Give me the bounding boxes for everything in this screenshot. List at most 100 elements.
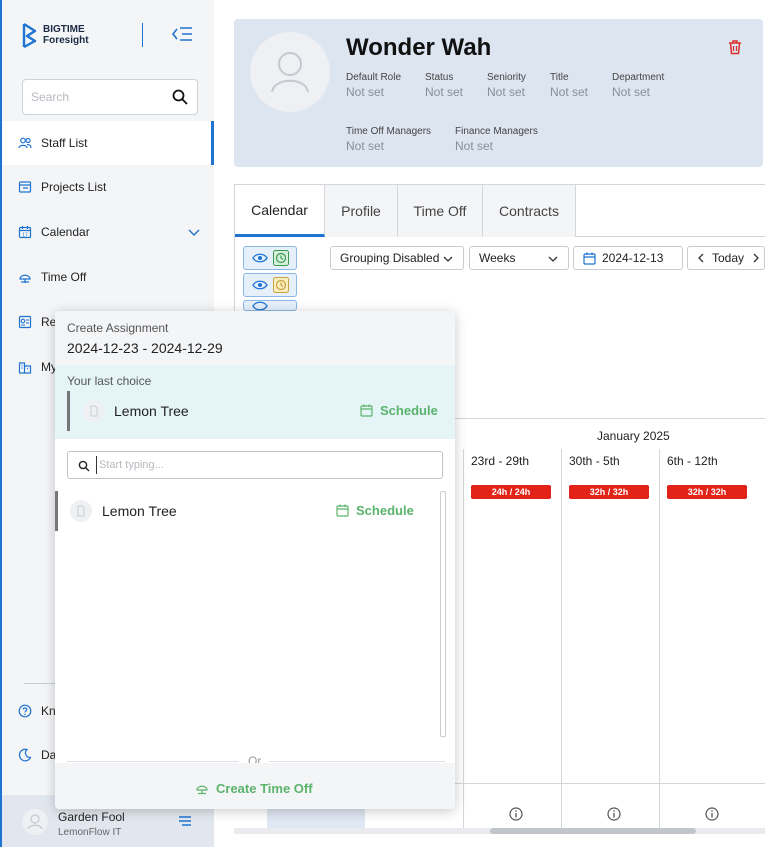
search-input[interactable] [23,80,163,114]
chevron-down-icon[interactable] [188,226,200,238]
last-choice-row[interactable]: Lemon Tree Schedule [67,391,443,431]
sidebar-item-label: Projects List [41,180,107,194]
person-icon [271,52,309,93]
profile-avatar [250,32,330,112]
field-value: Not set [425,85,464,99]
project-result-row[interactable]: Lemon Tree Schedule [55,491,435,531]
calendar-icon [583,252,596,265]
popup-dates: 2024-12-23 - 2024-12-29 [67,340,223,356]
date-picker[interactable]: 2024-12-13 [573,246,683,270]
field-value: Not set [550,85,589,99]
date-value: 2024-12-13 [602,251,664,265]
document-icon [90,405,98,417]
info-icon[interactable] [607,807,621,821]
tab-contracts[interactable]: Contracts [483,185,576,237]
user-org: LemonFlow IT [58,827,122,838]
period-select[interactable]: Weeks [469,246,569,270]
row-indicator [67,391,70,431]
project-search-input[interactable] [96,456,426,474]
search-icon[interactable] [172,89,188,105]
company-icon [18,362,32,374]
logo[interactable]: BIGTIME Foresight [22,22,89,48]
schedule-button[interactable]: Schedule [336,503,414,518]
eye-icon [252,301,268,310]
visibility-toggle-2[interactable] [243,273,297,297]
field-department: Department Not set [612,72,664,99]
week-column: 23rd - 29th 24h / 24h [463,449,561,829]
field-seniority: Seniority Not set [487,72,526,99]
eye-icon [252,253,268,263]
today-button[interactable]: Today [712,251,744,265]
create-time-off-label: Create Time Off [216,781,313,796]
logo-divider [142,23,143,47]
grouping-select[interactable]: Grouping Disabled [330,246,464,270]
chevron-down-icon [548,256,558,262]
project-icon [70,500,92,522]
last-choice-section: Your last choice Lemon Tree Schedule [55,365,455,439]
info-icon[interactable] [509,807,523,821]
chevron-down-icon [443,256,453,262]
field-label: Title [550,72,569,83]
scrollbar-thumb[interactable] [490,828,696,834]
sidebar-item-projects-list[interactable]: Projects List [2,165,214,209]
collapse-sidebar-icon[interactable] [170,24,194,44]
horizontal-scrollbar[interactable] [234,828,765,834]
visibility-toggle-1[interactable] [243,246,297,270]
week-column: 6th - 12th 32h / 32h [659,449,765,829]
profile-name: Wonder Wah [346,34,492,61]
sidebar-item-time-off[interactable]: Time Off [2,255,214,299]
popup-title: Create Assignment [67,321,169,335]
capacity-badge: 32h / 32h [569,485,649,499]
sidebar-item-label: Kn [41,704,56,718]
field-label: Department [612,72,665,83]
calendar-icon: 17 [18,226,32,238]
moon-icon [18,748,32,762]
sidebar-item-calendar[interactable]: 17 Calendar [2,210,214,254]
eye-icon [252,280,268,290]
logo-line-1: BIGTIME [43,24,85,35]
calendar-icon [336,504,349,517]
delete-icon[interactable] [727,39,743,55]
today-nav[interactable]: Today [687,246,765,270]
tab-time-off[interactable]: Time Off [398,185,483,237]
reports-icon [18,315,32,329]
tab-profile[interactable]: Profile [325,185,398,237]
field-finance-managers: Finance Managers Not set [455,126,538,153]
week-label: 30th - 5th [569,454,620,468]
project-icon [83,400,105,422]
capacity-badge: 32h / 32h [667,485,747,499]
menu-icon[interactable] [178,815,192,827]
create-assignment-popup: Create Assignment 2024-12-23 - 2024-12-2… [55,311,455,809]
row-indicator [55,491,58,531]
popup-header: Create Assignment 2024-12-23 - 2024-12-2… [55,311,455,365]
project-name: Lemon Tree [114,403,189,419]
user-avatar[interactable] [22,809,48,835]
timeoff-icon [19,274,31,283]
create-time-off-button[interactable]: Create Time Off [195,781,313,796]
info-icon[interactable] [705,807,719,821]
results-scrollbar[interactable] [440,491,446,737]
schedule-button[interactable]: Schedule [360,403,438,418]
svg-text:17: 17 [22,232,28,238]
projects-icon [18,181,32,193]
search-icon [78,460,90,472]
project-search [67,451,443,479]
field-value: Not set [612,85,651,99]
field-value: Not set [346,139,385,153]
visibility-toggle-3[interactable] [243,300,297,311]
chevron-left-icon[interactable] [697,253,705,263]
chevron-right-icon[interactable] [752,253,760,263]
week-column: 30th - 5th 32h / 32h [561,449,659,829]
week-label: 23rd - 29th [471,454,530,468]
sidebar-item-staff-list[interactable]: Staff List [2,121,214,165]
sidebar-search [22,79,198,115]
last-choice-title: Your last choice [67,374,152,388]
help-icon [18,704,32,718]
schedule-label: Schedule [380,403,438,418]
or-divider-left [67,761,239,762]
calendar-icon [360,404,373,417]
schedule-label: Schedule [356,503,414,518]
grouping-value: Grouping Disabled [340,251,440,265]
tab-calendar[interactable]: Calendar [235,185,325,237]
profile-tabs: Calendar Profile Time Off Contracts [235,185,765,237]
